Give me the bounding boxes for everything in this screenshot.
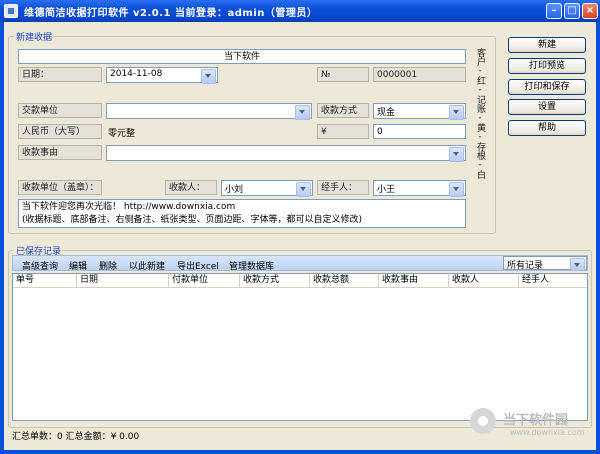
handler-value: 小王 bbox=[377, 185, 396, 195]
window-frame-bottom bbox=[0, 450, 600, 454]
close-button[interactable]: × bbox=[582, 3, 598, 19]
payer-select[interactable] bbox=[106, 103, 312, 120]
receipt-number-value: 0000001 bbox=[373, 67, 466, 82]
column-header-receiver[interactable]: 收款人 bbox=[449, 274, 519, 287]
help-button[interactable]: 帮助 bbox=[508, 120, 586, 136]
export-excel-button[interactable]: 导出Excel bbox=[177, 259, 219, 272]
payment-method-value: 现金 bbox=[377, 108, 396, 118]
chevron-down-icon[interactable] bbox=[570, 258, 585, 271]
payee-unit-label: 收款单位（盖章）： bbox=[18, 180, 102, 195]
chevron-down-icon[interactable] bbox=[295, 105, 310, 120]
watermark-text: 当下软件园 bbox=[503, 413, 569, 428]
record-filter-value: 所有记录 bbox=[507, 261, 544, 271]
note-textarea[interactable]: 当下软件迎您再次光临！ http://www.downxia.com (收据标题… bbox=[18, 199, 466, 228]
watermark-logo-icon bbox=[470, 408, 496, 434]
handler-label: 经手人： bbox=[317, 180, 369, 195]
payment-method-select[interactable]: 现金 bbox=[373, 103, 466, 120]
receiver-select[interactable]: 小刘 bbox=[221, 180, 313, 197]
window-title: 维德简洁收据打印软件 v2.0.1 当前登录：admin（管理员） bbox=[24, 8, 318, 19]
amount-input[interactable]: 0 bbox=[373, 124, 466, 139]
column-header-number[interactable]: 单号 bbox=[13, 274, 77, 287]
print-preview-button[interactable]: 打印预览 bbox=[508, 58, 586, 74]
rmb-uppercase-value: 零元整 bbox=[108, 129, 136, 139]
chevron-down-icon[interactable] bbox=[201, 69, 216, 84]
new-receipt-group-title: 新建收据 bbox=[14, 30, 55, 43]
note-line-2: (收据标题、底部备注、右侧备注、纸张类型、页面边距、字体等，都可以自定义修改) bbox=[22, 215, 363, 225]
yen-label: ¥ bbox=[317, 124, 369, 139]
print-save-button[interactable]: 打印和保存 bbox=[508, 79, 586, 95]
manage-database-button[interactable]: 管理数据库 bbox=[229, 259, 274, 272]
records-table[interactable]: 单号 日期 付款单位 收款方式 收款总额 收款事由 收款人 经手人 bbox=[12, 273, 588, 421]
payer-label: 交款单位 bbox=[18, 103, 102, 118]
receipt-number-label: № bbox=[317, 67, 369, 82]
maximize-button[interactable]: □ bbox=[564, 3, 580, 19]
window-frame-left bbox=[0, 22, 4, 454]
payment-method-label: 收款方式 bbox=[317, 103, 369, 118]
title-bar: 维德简洁收据打印软件 v2.0.1 当前登录：admin（管理员） – □ × bbox=[0, 0, 600, 22]
new-from-this-button[interactable]: 以此新建 bbox=[129, 259, 165, 272]
reason-label: 收款事由 bbox=[18, 145, 102, 160]
reason-select[interactable] bbox=[106, 145, 466, 162]
chevron-down-icon[interactable] bbox=[296, 182, 311, 197]
chevron-down-icon[interactable] bbox=[449, 147, 464, 162]
app-icon bbox=[4, 4, 18, 18]
edit-button[interactable]: 编辑 bbox=[69, 259, 87, 272]
date-label: 日期： bbox=[18, 67, 102, 82]
column-header-handler[interactable]: 经手人 bbox=[519, 274, 587, 287]
note-line-1: 当下软件迎您再次光临！ http://www.downxia.com bbox=[22, 202, 236, 212]
column-header-total[interactable]: 收款总额 bbox=[310, 274, 379, 287]
receiver-label: 收款人： bbox=[165, 180, 217, 195]
rmb-uppercase-label: 人民币（大写） bbox=[18, 124, 102, 139]
window-frame-right bbox=[596, 22, 600, 454]
date-value: 2014-11-08 bbox=[110, 69, 163, 79]
date-picker[interactable]: 2014-11-08 bbox=[106, 67, 218, 84]
record-filter-select[interactable]: 所有记录 bbox=[503, 256, 587, 271]
column-header-date[interactable]: 日期 bbox=[77, 274, 169, 287]
delete-button[interactable]: 删除 bbox=[99, 259, 117, 272]
column-header-reason[interactable]: 收款事由 bbox=[379, 274, 449, 287]
column-header-method[interactable]: 收款方式 bbox=[240, 274, 310, 287]
settings-button[interactable]: 设置 bbox=[508, 99, 586, 115]
watermark-url: www.downxia.com bbox=[510, 428, 585, 437]
chevron-down-icon[interactable] bbox=[449, 105, 464, 120]
summary-status: 汇总单数：0 汇总金额：¥ 0.00 bbox=[12, 432, 140, 442]
chevron-down-icon[interactable] bbox=[449, 182, 464, 197]
header-divider bbox=[13, 287, 587, 288]
receiver-value: 小刘 bbox=[225, 185, 244, 195]
handler-select[interactable]: 小王 bbox=[373, 180, 466, 197]
minimize-button[interactable]: – bbox=[546, 3, 562, 19]
advanced-search-button[interactable]: 高级查询 bbox=[22, 259, 58, 272]
records-toolbar: 高级查询 编辑 删除 以此新建 导出Excel 管理数据库 所有记录 bbox=[12, 255, 588, 272]
new-button[interactable]: 新建 bbox=[508, 37, 586, 53]
receipt-title-field[interactable]: 当下软件 bbox=[18, 49, 466, 64]
side-copy-note: 客户-红-记账-黄-存根-白 bbox=[475, 48, 485, 179]
column-header-payer[interactable]: 付款单位 bbox=[169, 274, 240, 287]
